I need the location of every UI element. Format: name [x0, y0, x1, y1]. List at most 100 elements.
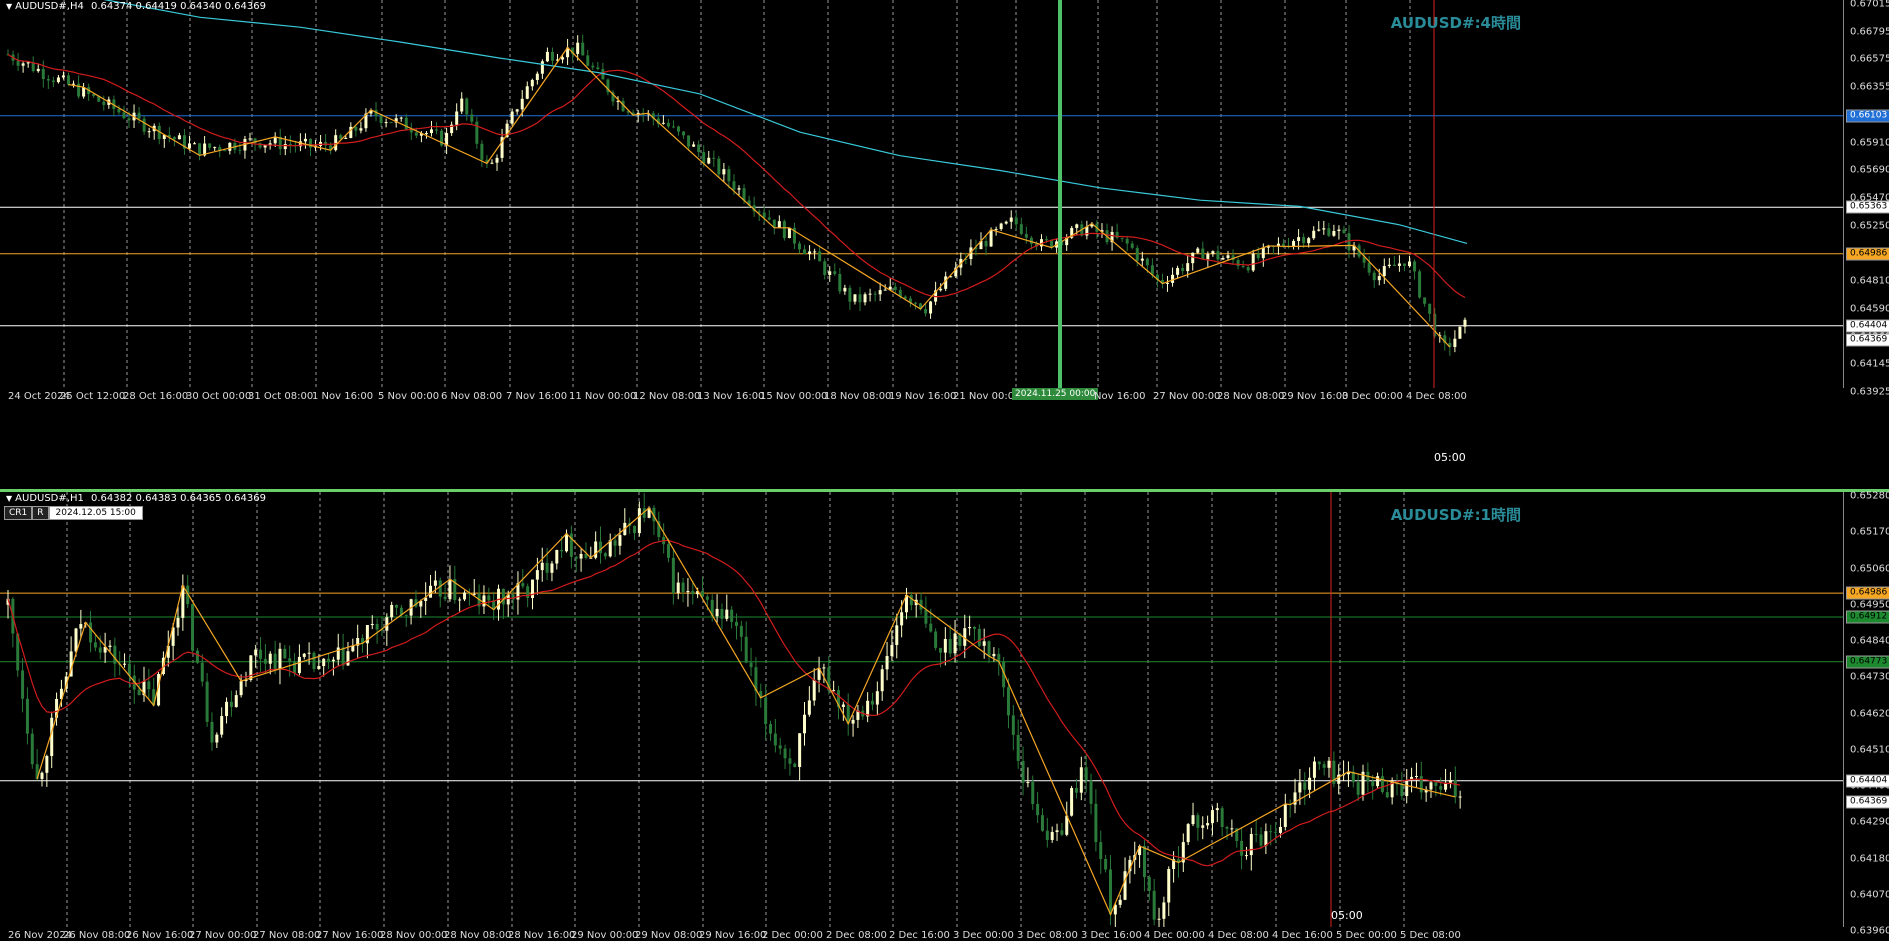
candle-body[interactable] [176, 617, 180, 628]
candle-body[interactable] [939, 288, 943, 291]
candle-body[interactable] [968, 627, 972, 629]
candle-body[interactable] [692, 144, 696, 147]
h4-chart-panel[interactable]: ▼ AUDUSD#,H4 0.64374 0.64419 0.64340 0.64… [0, 0, 1889, 464]
candle-body[interactable] [147, 131, 151, 133]
candle-body[interactable] [1031, 782, 1035, 804]
candle-body[interactable] [521, 583, 525, 587]
candle-body[interactable] [248, 138, 252, 140]
candle-body[interactable] [36, 68, 40, 72]
candle-body[interactable] [312, 652, 316, 670]
candle-body[interactable] [574, 556, 578, 559]
candle-body[interactable] [773, 733, 777, 746]
candle-body[interactable] [239, 681, 243, 696]
collapse-triangle-icon[interactable]: ▼ [6, 494, 12, 503]
candle-body[interactable] [302, 653, 306, 657]
candle-body[interactable] [828, 271, 832, 275]
candle-body[interactable] [778, 745, 782, 749]
candle-body[interactable] [331, 659, 335, 662]
candle-body[interactable] [1186, 824, 1190, 843]
candle-body[interactable] [1392, 264, 1396, 266]
candle-body[interactable] [764, 697, 768, 725]
candle-body[interactable] [579, 553, 583, 559]
candle-body[interactable] [1342, 229, 1346, 234]
candle-body[interactable] [715, 608, 719, 617]
candle-body[interactable] [822, 667, 826, 669]
candle-body[interactable] [581, 42, 585, 56]
candle-body[interactable] [1419, 776, 1423, 793]
candle-body[interactable] [848, 287, 852, 302]
candle-body[interactable] [783, 748, 787, 759]
candle-body[interactable] [429, 129, 433, 134]
candle-body[interactable] [89, 622, 93, 643]
candle-body[interactable] [576, 42, 580, 54]
candle-body[interactable] [390, 604, 394, 618]
candle-body[interactable] [702, 152, 706, 164]
candle-body[interactable] [687, 135, 691, 147]
candle-body[interactable] [540, 61, 544, 74]
candle-body[interactable] [1201, 248, 1205, 260]
candle-body[interactable] [875, 691, 879, 705]
candle-body[interactable] [1014, 217, 1018, 225]
candle-body[interactable] [900, 612, 904, 626]
candle-body[interactable] [1181, 268, 1185, 272]
candle-body[interactable] [1356, 782, 1360, 795]
candle-body[interactable] [475, 121, 479, 144]
candle-body[interactable] [934, 631, 938, 648]
candle-body[interactable] [535, 73, 539, 80]
candle-body[interactable] [1150, 265, 1154, 275]
candle-body[interactable] [40, 772, 44, 779]
candle-body[interactable] [712, 157, 716, 159]
candle-body[interactable] [375, 623, 379, 630]
candle-body[interactable] [1206, 823, 1210, 826]
candle-body[interactable] [1074, 788, 1078, 793]
candle-body[interactable] [263, 658, 267, 664]
candle-body[interactable] [308, 138, 312, 148]
candle-body[interactable] [191, 604, 195, 651]
candle-body[interactable] [1322, 228, 1326, 230]
candle-body[interactable] [379, 116, 383, 123]
candle-body[interactable] [72, 83, 76, 85]
candle-body[interactable] [1397, 263, 1401, 266]
candle-body[interactable] [1371, 781, 1375, 787]
candle-body[interactable] [470, 114, 474, 122]
candle-body[interactable] [234, 695, 238, 708]
candle-body[interactable] [545, 562, 549, 573]
candle-body[interactable] [278, 648, 282, 670]
candle-body[interactable] [586, 55, 590, 66]
candle-body[interactable] [1230, 828, 1234, 830]
candle-body[interactable] [1240, 840, 1244, 856]
candle-body[interactable] [1221, 257, 1225, 260]
candle-body[interactable] [730, 609, 734, 622]
candle-body[interactable] [999, 223, 1003, 230]
candle-body[interactable] [677, 126, 681, 132]
candle-body[interactable] [1070, 788, 1074, 816]
candle-body[interactable] [1372, 272, 1376, 281]
candle-body[interactable] [354, 126, 358, 131]
candle-body[interactable] [1302, 237, 1306, 244]
candle-body[interactable] [885, 656, 889, 670]
candle-body[interactable] [1108, 869, 1112, 915]
candle-body[interactable] [1439, 785, 1443, 790]
candle-body[interactable] [671, 557, 675, 594]
candle-body[interactable] [633, 525, 637, 534]
candle-body[interactable] [707, 157, 711, 164]
candle-body[interactable] [982, 641, 986, 646]
candle-body[interactable] [818, 251, 822, 262]
candle-body[interactable] [802, 714, 806, 734]
candle-body[interactable] [1327, 228, 1331, 236]
candle-body[interactable] [596, 67, 600, 70]
candle-body[interactable] [992, 653, 996, 657]
candle-body[interactable] [238, 149, 242, 151]
candle-body[interactable] [851, 719, 855, 724]
candle-body[interactable] [880, 669, 884, 692]
candle-body[interactable] [501, 588, 505, 605]
candle-body[interactable] [1463, 319, 1467, 327]
candle-body[interactable] [924, 309, 928, 314]
candle-body[interactable] [1079, 767, 1083, 793]
candle-body[interactable] [1458, 796, 1462, 798]
candle-body[interactable] [229, 701, 233, 708]
candle-body[interactable] [777, 221, 781, 228]
candle-body[interactable] [671, 126, 675, 128]
candle-body[interactable] [1225, 827, 1229, 829]
candle-body[interactable] [530, 79, 534, 87]
